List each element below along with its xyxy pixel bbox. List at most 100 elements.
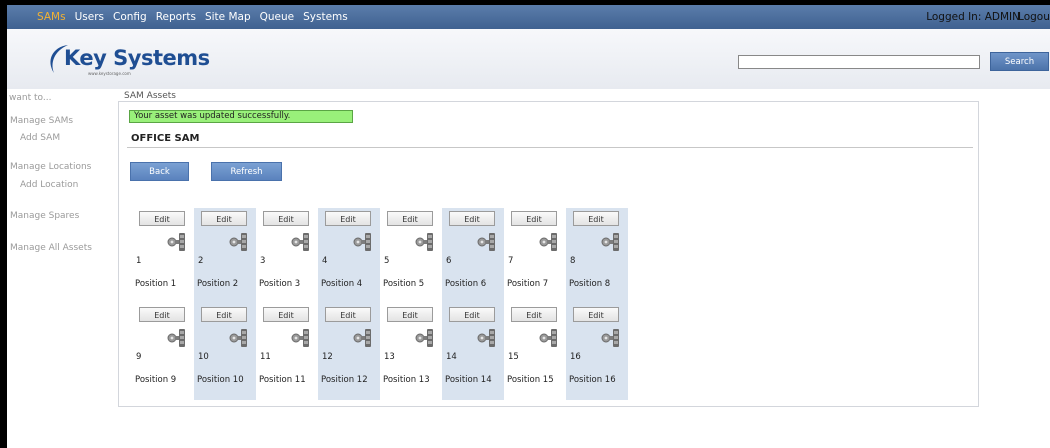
- nav-item-sams[interactable]: SAMs: [37, 11, 66, 23]
- position-cell: Edit 16 Position 16: [566, 304, 628, 400]
- position-cell: Edit 12 Position 12: [318, 304, 380, 400]
- breadcrumb: SAM Assets: [124, 91, 176, 101]
- key-lock-icon: [229, 329, 247, 347]
- key-lock-icon: [601, 329, 619, 347]
- key-lock-icon: [415, 329, 433, 347]
- position-number: 7: [508, 256, 514, 266]
- sidebar-item-add-location[interactable]: Add Location: [20, 180, 78, 190]
- sidebar-heading: want to...: [9, 93, 52, 103]
- position-label: Position 7: [507, 279, 549, 289]
- key-lock-icon: [539, 329, 557, 347]
- position-number: 2: [198, 256, 204, 266]
- key-lock-icon: [353, 329, 371, 347]
- position-cell: Edit 13 Position 13: [380, 304, 442, 400]
- edit-button[interactable]: Edit: [325, 307, 371, 322]
- position-number: 10: [198, 352, 209, 362]
- key-lock-icon: [353, 233, 371, 251]
- edit-button[interactable]: Edit: [573, 307, 619, 322]
- sam-assets-panel: Your asset was updated successfully. OFF…: [118, 101, 979, 407]
- top-nav-menu: SAMs Users Config Reports Site Map Queue…: [7, 11, 348, 23]
- edit-button[interactable]: Edit: [201, 307, 247, 322]
- position-cell: Edit 3 Position 3: [256, 208, 318, 304]
- position-cell: Edit 6 Position 6: [442, 208, 504, 304]
- position-number: 13: [384, 352, 395, 362]
- position-number: 8: [570, 256, 576, 266]
- position-label: Position 5: [383, 279, 425, 289]
- position-cell: Edit 8 Position 8: [566, 208, 628, 304]
- position-label: Position 14: [445, 375, 492, 385]
- position-label: Position 16: [569, 375, 616, 385]
- logout-link[interactable]: Logout: [1018, 11, 1050, 23]
- nav-item-config[interactable]: Config: [113, 11, 147, 23]
- position-label: Position 12: [321, 375, 368, 385]
- sidebar-item-manage-all-assets[interactable]: Manage All Assets: [10, 243, 92, 253]
- key-lock-icon: [477, 329, 495, 347]
- sidebar-item-add-sam[interactable]: Add SAM: [20, 133, 60, 143]
- position-cell: Edit 7 Position 7: [504, 208, 566, 304]
- success-message: Your asset was updated successfully.: [129, 110, 353, 123]
- position-number: 4: [322, 256, 328, 266]
- page-title: OFFICE SAM: [131, 133, 200, 144]
- key-lock-icon: [477, 233, 495, 251]
- logo-website: www.keystorage.com: [88, 71, 131, 76]
- positions-grid: Edit 1 Position 1 Edit 2 Position 2 Edit 3 Posit…: [132, 208, 628, 400]
- key-lock-icon: [291, 329, 309, 347]
- position-label: Position 2: [197, 279, 239, 289]
- edit-button[interactable]: Edit: [201, 211, 247, 226]
- search-button[interactable]: Search: [990, 52, 1049, 71]
- key-lock-icon: [167, 233, 185, 251]
- nav-item-systems[interactable]: Systems: [303, 11, 348, 23]
- key-lock-icon: [291, 233, 309, 251]
- logged-in-status: Logged In: ADMIN: [926, 11, 1020, 23]
- edit-button[interactable]: Edit: [511, 211, 557, 226]
- position-label: Position 11: [259, 375, 306, 385]
- logo-text: Key Systems: [64, 46, 210, 70]
- nav-item-users[interactable]: Users: [75, 11, 104, 23]
- position-label: Position 1: [135, 279, 177, 289]
- edit-button[interactable]: Edit: [387, 307, 433, 322]
- edit-button[interactable]: Edit: [139, 211, 185, 226]
- back-button[interactable]: Back: [130, 162, 189, 181]
- search-input[interactable]: [738, 55, 980, 69]
- key-lock-icon: [229, 233, 247, 251]
- browser-frame: SAMs Users Config Reports Site Map Queue…: [7, 5, 1050, 448]
- nav-item-site-map[interactable]: Site Map: [205, 11, 251, 23]
- key-lock-icon: [601, 233, 619, 251]
- nav-item-queue[interactable]: Queue: [260, 11, 295, 23]
- nav-item-reports[interactable]: Reports: [156, 11, 196, 23]
- position-number: 1: [136, 256, 142, 266]
- sidebar-item-manage-sams[interactable]: Manage SAMs: [10, 116, 73, 126]
- position-number: 6: [446, 256, 452, 266]
- edit-button[interactable]: Edit: [139, 307, 185, 322]
- position-cell: Edit 11 Position 11: [256, 304, 318, 400]
- position-cell: Edit 4 Position 4: [318, 208, 380, 304]
- edit-button[interactable]: Edit: [263, 307, 309, 322]
- refresh-button[interactable]: Refresh: [211, 162, 282, 181]
- position-number: 3: [260, 256, 266, 266]
- position-label: Position 9: [135, 375, 177, 385]
- position-label: Position 3: [259, 279, 301, 289]
- position-label: Position 13: [383, 375, 430, 385]
- sidebar-item-manage-locations[interactable]: Manage Locations: [10, 162, 91, 172]
- edit-button[interactable]: Edit: [449, 307, 495, 322]
- position-number: 14: [446, 352, 457, 362]
- position-number: 16: [570, 352, 581, 362]
- edit-button[interactable]: Edit: [449, 211, 495, 226]
- edit-button[interactable]: Edit: [263, 211, 309, 226]
- position-label: Position 10: [197, 375, 244, 385]
- key-lock-icon: [539, 233, 557, 251]
- position-cell: Edit 2 Position 2: [194, 208, 256, 304]
- edit-button[interactable]: Edit: [325, 211, 371, 226]
- title-divider: [127, 147, 973, 148]
- position-cell: Edit 10 Position 10: [194, 304, 256, 400]
- position-cell: Edit 1 Position 1: [132, 208, 194, 304]
- edit-button[interactable]: Edit: [387, 211, 433, 226]
- edit-button[interactable]: Edit: [573, 211, 619, 226]
- sidebar-item-manage-spares[interactable]: Manage Spares: [10, 211, 79, 221]
- position-number: 11: [260, 352, 271, 362]
- edit-button[interactable]: Edit: [511, 307, 557, 322]
- key-systems-logo[interactable]: Key Systems www.keystorage.com: [44, 37, 210, 85]
- position-number: 15: [508, 352, 519, 362]
- position-cell: Edit 14 Position 14: [442, 304, 504, 400]
- key-lock-icon: [167, 329, 185, 347]
